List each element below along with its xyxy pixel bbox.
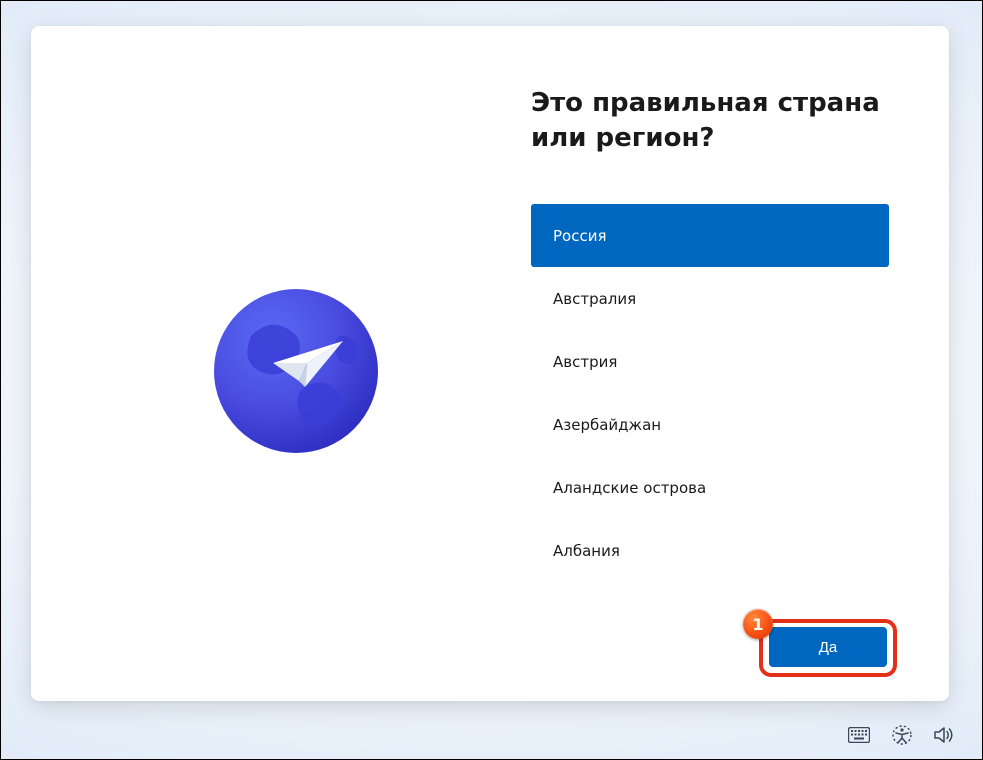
system-tray [848, 725, 956, 745]
country-item[interactable]: Австрия [531, 330, 889, 393]
country-item[interactable]: Австралия [531, 267, 889, 330]
keyboard-icon[interactable] [848, 727, 870, 743]
country-item[interactable]: Албания [531, 519, 889, 582]
country-item[interactable]: Аландские острова [531, 456, 889, 519]
illustration-pane [31, 26, 491, 701]
yes-button[interactable]: Да [769, 627, 887, 667]
oobe-card: Это правильная страна или регион? Россия… [31, 26, 949, 701]
content-pane: Это правильная страна или регион? Россия… [491, 26, 949, 701]
country-list[interactable]: РоссияАвстралияАвстрияАзербайджанАландск… [531, 204, 889, 582]
globe-paper-plane-icon [211, 286, 381, 456]
page-title: Это правильная страна или регион? [531, 86, 889, 156]
country-item[interactable]: Россия [531, 204, 889, 267]
accessibility-icon[interactable] [892, 725, 912, 745]
country-item[interactable]: Азербайджан [531, 393, 889, 456]
volume-icon[interactable] [934, 726, 956, 744]
